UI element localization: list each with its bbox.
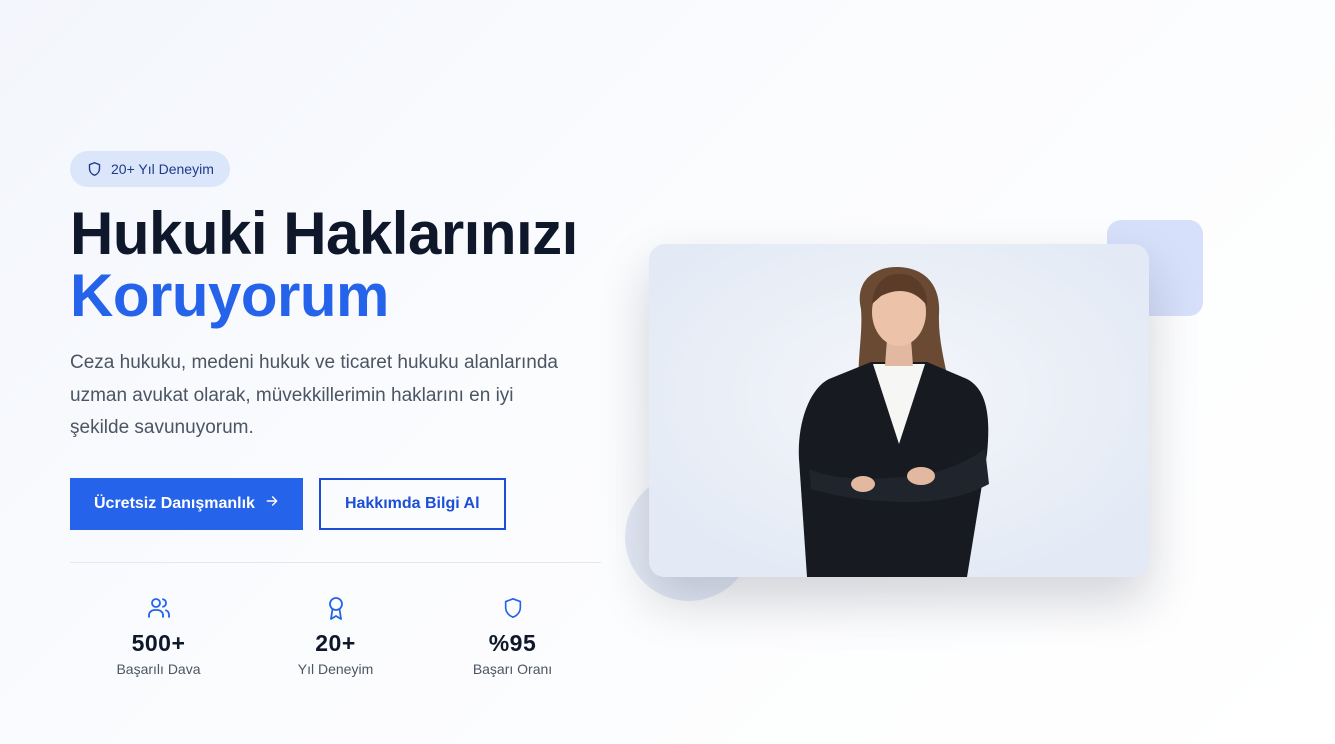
stat-cases-value: 500+ bbox=[131, 629, 186, 656]
lawyer-portrait-photo bbox=[649, 244, 1149, 577]
stat-success-value: %95 bbox=[488, 629, 537, 656]
free-consultation-button[interactable]: Ücretsiz Danışmanlık bbox=[70, 477, 303, 530]
stat-experience-label: Yıl Deneyim bbox=[297, 660, 374, 677]
badge-label: 20+ Yıl Deneyim bbox=[111, 161, 214, 177]
shield-icon bbox=[87, 161, 102, 177]
about-me-button[interactable]: Hakkımda Bilgi Al bbox=[318, 477, 506, 530]
shield-icon bbox=[502, 595, 524, 621]
stat-success: %95 Başarı Oranı bbox=[424, 595, 601, 677]
stats-row: 500+ Başarılı Dava 20+ Yıl Deneyim %95 B… bbox=[70, 595, 601, 677]
stat-experience: 20+ Yıl Deneyim bbox=[247, 595, 424, 677]
stat-success-label: Başarı Oranı bbox=[472, 660, 553, 677]
free-consultation-label: Ücretsiz Danışmanlık bbox=[94, 494, 255, 512]
stat-cases: 500+ Başarılı Dava bbox=[70, 595, 247, 677]
users-icon bbox=[147, 595, 171, 621]
hero-title-line2: Koruyorum bbox=[70, 262, 389, 329]
arrow-right-icon bbox=[265, 494, 279, 513]
hero-title: Hukuki Haklarınızı Koruyorum bbox=[70, 203, 602, 327]
stat-cases-label: Başarılı Dava bbox=[116, 660, 201, 677]
hero-title-line1: Hukuki Haklarınızı bbox=[70, 200, 578, 267]
stats-divider bbox=[70, 561, 601, 563]
experience-badge: 20+ Yıl Deneyim bbox=[70, 151, 230, 187]
hero-description: Ceza hukuku, medeni hukuk ve ticaret huk… bbox=[70, 352, 558, 438]
hero-content: 20+ Yıl Deneyim Hukuki Haklarınızı Koruy… bbox=[70, 151, 602, 677]
stat-experience-value: 20+ bbox=[315, 629, 356, 656]
award-icon bbox=[324, 595, 348, 621]
cta-group: Ücretsiz Danışmanlık Hakkımda Bilgi Al bbox=[70, 477, 602, 530]
